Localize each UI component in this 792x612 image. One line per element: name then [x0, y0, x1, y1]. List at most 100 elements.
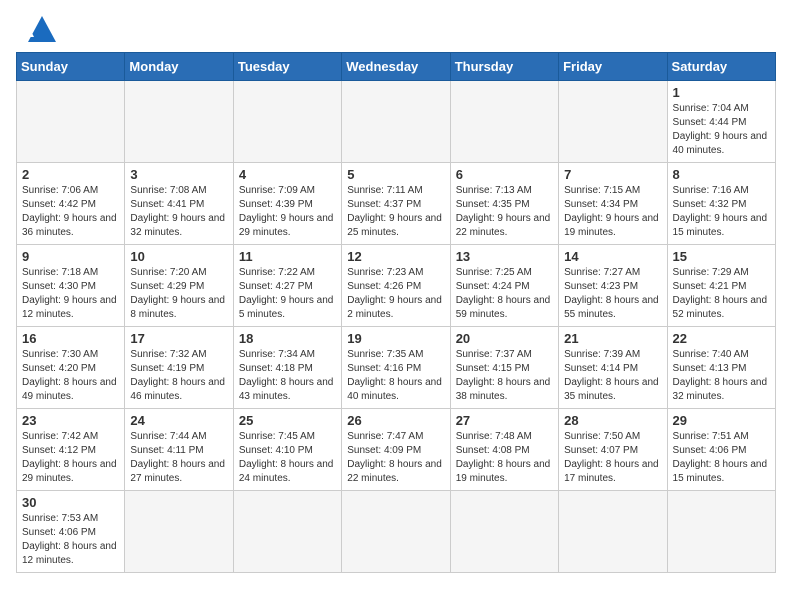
calendar-cell: 11Sunrise: 7:22 AM Sunset: 4:27 PM Dayli…: [233, 245, 341, 327]
calendar-cell: 15Sunrise: 7:29 AM Sunset: 4:21 PM Dayli…: [667, 245, 775, 327]
logo: [16, 16, 56, 42]
calendar-cell: [125, 81, 233, 163]
day-info: Sunrise: 7:51 AM Sunset: 4:06 PM Dayligh…: [673, 430, 770, 486]
day-number: 14: [564, 249, 661, 264]
day-number: 13: [456, 249, 553, 264]
calendar-cell: [125, 491, 233, 573]
calendar-cell: 5 Sunrise: 7:11 AM Sunset: 4:37 PM Daylig…: [342, 163, 450, 245]
day-number: 30: [22, 495, 119, 510]
calendar-cell: 24 Sunrise: 7:44 AM Sunset: 4:11 PM Dayli…: [125, 409, 233, 491]
day-info: Sunrise: 7:22 AM Sunset: 4:27 PM Dayligh…: [239, 266, 336, 322]
day-info: Sunrise: 7:30 AM Sunset: 4:20 PM Dayligh…: [22, 348, 119, 404]
day-info: Sunrise: 7:23 AM Sunset: 4:26 PM Dayligh…: [347, 266, 444, 322]
day-number: 6: [456, 167, 553, 182]
day-header-wednesday: Wednesday: [342, 53, 450, 81]
day-info: Sunrise: 7:48 AM Sunset: 4:08 PM Dayligh…: [456, 430, 553, 486]
calendar-cell: [342, 491, 450, 573]
day-number: 12: [347, 249, 444, 264]
calendar-cell: 19Sunrise: 7:35 AM Sunset: 4:16 PM Dayli…: [342, 327, 450, 409]
day-number: 25: [239, 413, 336, 428]
day-info: Sunrise: 7:40 AM Sunset: 4:13 PM Dayligh…: [673, 348, 770, 404]
calendar-cell: 3 Sunrise: 7:08 AM Sunset: 4:41 PM Daylig…: [125, 163, 233, 245]
page-header: [16, 16, 776, 42]
day-info: Sunrise: 7:39 AM Sunset: 4:14 PM Dayligh…: [564, 348, 661, 404]
calendar-cell: 23 Sunrise: 7:42 AM Sunset: 4:12 PM Dayli…: [17, 409, 125, 491]
calendar-cell: 8Sunrise: 7:16 AM Sunset: 4:32 PM Daylig…: [667, 163, 775, 245]
calendar-cell: 10 Sunrise: 7:20 AM Sunset: 4:29 PM Dayli…: [125, 245, 233, 327]
calendar-table: SundayMondayTuesdayWednesdayThursdayFrid…: [16, 52, 776, 573]
calendar-cell: [17, 81, 125, 163]
day-info: Sunrise: 7:29 AM Sunset: 4:21 PM Dayligh…: [673, 266, 770, 322]
day-info: Sunrise: 7:44 AM Sunset: 4:11 PM Dayligh…: [130, 430, 227, 486]
calendar-cell: 26 Sunrise: 7:47 AM Sunset: 4:09 PM Dayli…: [342, 409, 450, 491]
day-info: Sunrise: 7:06 AM Sunset: 4:42 PM Dayligh…: [22, 184, 119, 240]
calendar-cell: 20 Sunrise: 7:37 AM Sunset: 4:15 PM Dayli…: [450, 327, 558, 409]
day-info: Sunrise: 7:11 AM Sunset: 4:37 PM Dayligh…: [347, 184, 444, 240]
day-info: Sunrise: 7:13 AM Sunset: 4:35 PM Dayligh…: [456, 184, 553, 240]
calendar-cell: 27 Sunrise: 7:48 AM Sunset: 4:08 PM Dayli…: [450, 409, 558, 491]
day-info: Sunrise: 7:42 AM Sunset: 4:12 PM Dayligh…: [22, 430, 119, 486]
calendar-cell: 21 Sunrise: 7:39 AM Sunset: 4:14 PM Dayli…: [559, 327, 667, 409]
calendar-cell: 17 Sunrise: 7:32 AM Sunset: 4:19 PM Dayli…: [125, 327, 233, 409]
calendar-cell: 25 Sunrise: 7:45 AM Sunset: 4:10 PM Dayli…: [233, 409, 341, 491]
day-number: 20: [456, 331, 553, 346]
calendar-week-row: 30 Sunrise: 7:53 AM Sunset: 4:06 PM Dayli…: [17, 491, 776, 573]
calendar-cell: 1Sunrise: 7:04 AM Sunset: 4:44 PM Daylig…: [667, 81, 775, 163]
day-number: 29: [673, 413, 770, 428]
day-info: Sunrise: 7:50 AM Sunset: 4:07 PM Dayligh…: [564, 430, 661, 486]
day-number: 21: [564, 331, 661, 346]
day-info: Sunrise: 7:37 AM Sunset: 4:15 PM Dayligh…: [456, 348, 553, 404]
day-header-tuesday: Tuesday: [233, 53, 341, 81]
day-info: Sunrise: 7:45 AM Sunset: 4:10 PM Dayligh…: [239, 430, 336, 486]
day-header-sunday: Sunday: [17, 53, 125, 81]
calendar-cell: [233, 81, 341, 163]
day-number: 27: [456, 413, 553, 428]
day-info: Sunrise: 7:18 AM Sunset: 4:30 PM Dayligh…: [22, 266, 119, 322]
day-info: Sunrise: 7:34 AM Sunset: 4:18 PM Dayligh…: [239, 348, 336, 404]
day-info: Sunrise: 7:27 AM Sunset: 4:23 PM Dayligh…: [564, 266, 661, 322]
calendar-cell: [450, 491, 558, 573]
calendar-cell: 16 Sunrise: 7:30 AM Sunset: 4:20 PM Dayli…: [17, 327, 125, 409]
day-number: 26: [347, 413, 444, 428]
calendar-cell: [450, 81, 558, 163]
calendar-cell: 29 Sunrise: 7:51 AM Sunset: 4:06 PM Dayli…: [667, 409, 775, 491]
day-number: 10: [130, 249, 227, 264]
calendar-cell: 28Sunrise: 7:50 AM Sunset: 4:07 PM Dayli…: [559, 409, 667, 491]
day-number: 7: [564, 167, 661, 182]
day-number: 3: [130, 167, 227, 182]
day-header-saturday: Saturday: [667, 53, 775, 81]
day-header-monday: Monday: [125, 53, 233, 81]
calendar-week-row: 16 Sunrise: 7:30 AM Sunset: 4:20 PM Dayli…: [17, 327, 776, 409]
day-number: 5: [347, 167, 444, 182]
calendar-cell: 13 Sunrise: 7:25 AM Sunset: 4:24 PM Dayli…: [450, 245, 558, 327]
day-number: 19: [347, 331, 444, 346]
day-number: 4: [239, 167, 336, 182]
calendar-cell: 7 Sunrise: 7:15 AM Sunset: 4:34 PM Daylig…: [559, 163, 667, 245]
day-number: 9: [22, 249, 119, 264]
calendar-cell: 9 Sunrise: 7:18 AM Sunset: 4:30 PM Daylig…: [17, 245, 125, 327]
calendar-cell: [559, 81, 667, 163]
day-info: Sunrise: 7:08 AM Sunset: 4:41 PM Dayligh…: [130, 184, 227, 240]
day-info: Sunrise: 7:32 AM Sunset: 4:19 PM Dayligh…: [130, 348, 227, 404]
day-info: Sunrise: 7:04 AM Sunset: 4:44 PM Dayligh…: [673, 102, 770, 158]
day-info: Sunrise: 7:47 AM Sunset: 4:09 PM Dayligh…: [347, 430, 444, 486]
day-info: Sunrise: 7:25 AM Sunset: 4:24 PM Dayligh…: [456, 266, 553, 322]
calendar-cell: 14 Sunrise: 7:27 AM Sunset: 4:23 PM Dayli…: [559, 245, 667, 327]
day-info: Sunrise: 7:20 AM Sunset: 4:29 PM Dayligh…: [130, 266, 227, 322]
calendar-cell: [667, 491, 775, 573]
calendar-week-row: 1Sunrise: 7:04 AM Sunset: 4:44 PM Daylig…: [17, 81, 776, 163]
day-number: 23: [22, 413, 119, 428]
day-number: 16: [22, 331, 119, 346]
day-header-thursday: Thursday: [450, 53, 558, 81]
calendar-cell: [559, 491, 667, 573]
day-info: Sunrise: 7:16 AM Sunset: 4:32 PM Dayligh…: [673, 184, 770, 240]
day-number: 17: [130, 331, 227, 346]
day-info: Sunrise: 7:53 AM Sunset: 4:06 PM Dayligh…: [22, 512, 119, 568]
calendar-cell: [342, 81, 450, 163]
day-number: 24: [130, 413, 227, 428]
calendar-week-row: 2 Sunrise: 7:06 AM Sunset: 4:42 PM Daylig…: [17, 163, 776, 245]
day-number: 2: [22, 167, 119, 182]
day-number: 18: [239, 331, 336, 346]
day-info: Sunrise: 7:15 AM Sunset: 4:34 PM Dayligh…: [564, 184, 661, 240]
calendar-week-row: 9 Sunrise: 7:18 AM Sunset: 4:30 PM Daylig…: [17, 245, 776, 327]
